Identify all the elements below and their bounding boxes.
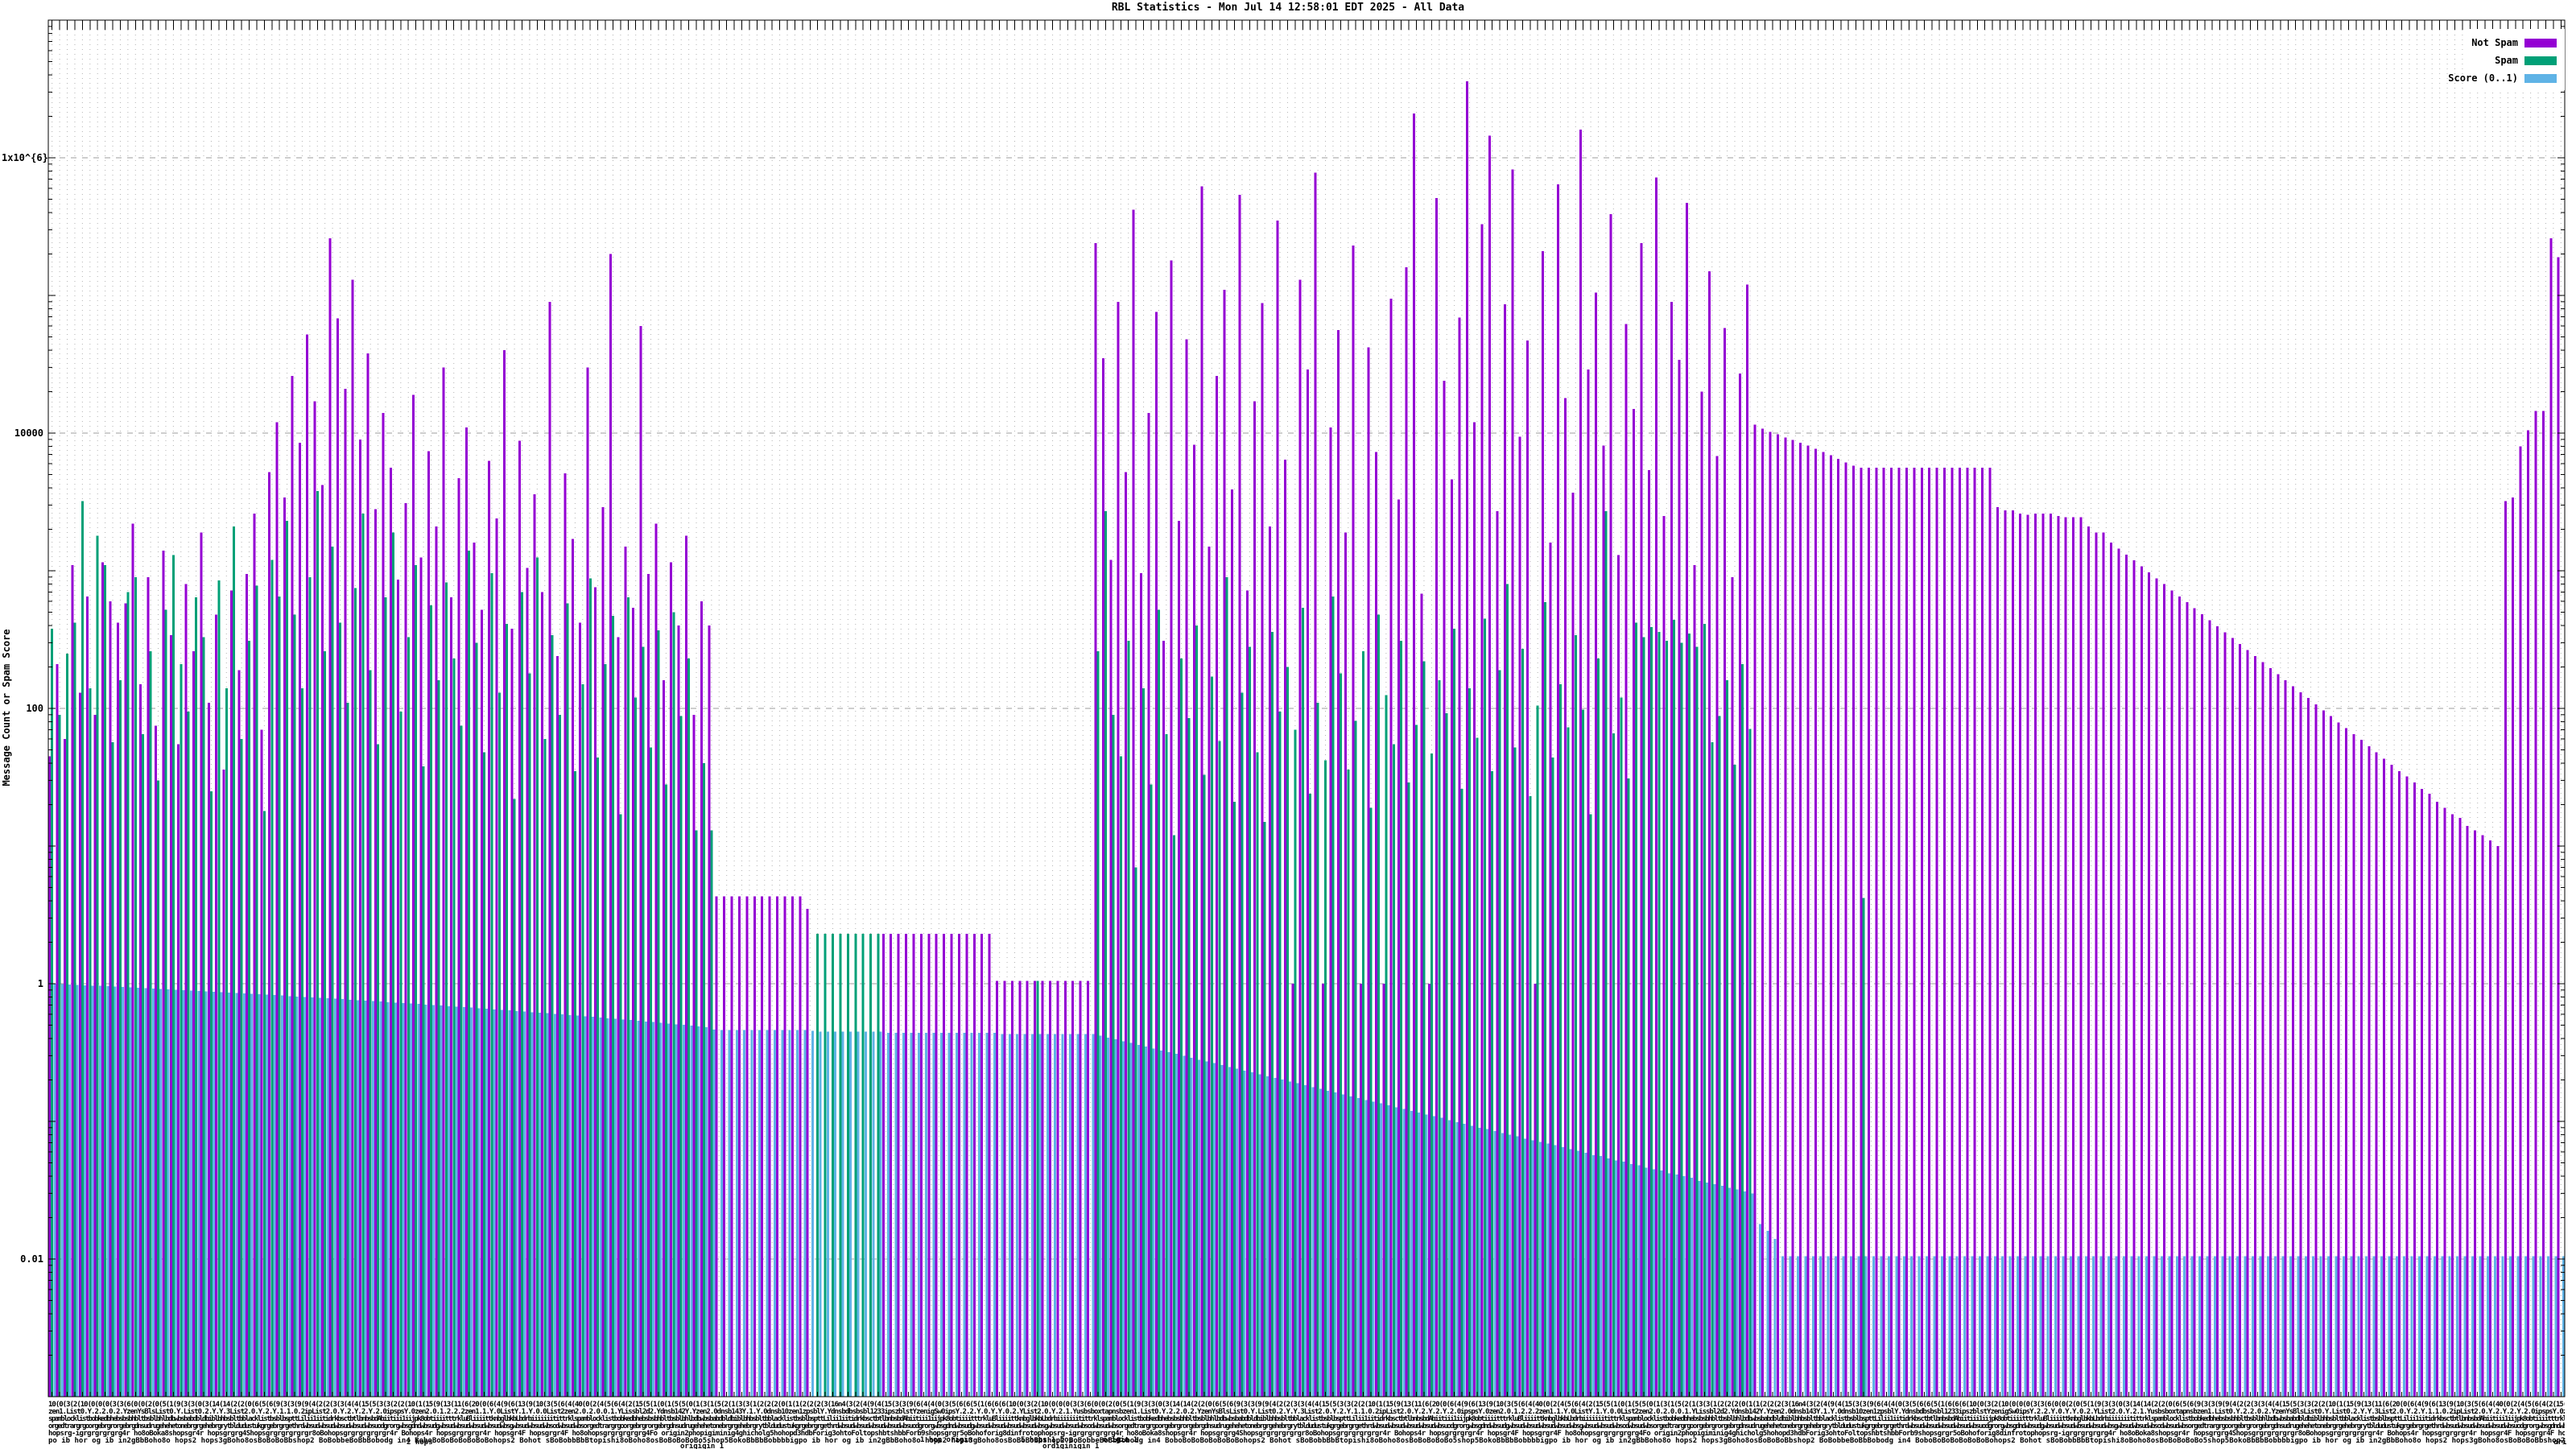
y-tick-label: 1 — [2, 978, 43, 989]
legend-item-score: Score (0..1) — [2448, 69, 2565, 87]
rbl-statistics-chart: RBL Statistics - Mon Jul 14 12:58:01 EDT… — [0, 0, 2576, 1449]
x-axis-callout: 2 hops — [407, 1439, 433, 1447]
bar-chart-canvas — [0, 0, 2576, 1449]
legend-item-spam: Spam — [2495, 52, 2565, 69]
legend-label: Score (0..1) — [2448, 72, 2518, 84]
x-axis-callout: 1 hop origin — [920, 1436, 972, 1444]
y-tick-label: 100 — [2, 703, 43, 714]
x-axis-callout: origigin 1 — [680, 1443, 724, 1449]
legend-label: Not Spam — [2471, 37, 2518, 48]
x-axis-callout: origin 1 — [1103, 1436, 1137, 1444]
legend-label: Spam — [2495, 55, 2518, 66]
x-axis-callout: ori — [2553, 1439, 2566, 1447]
chart-title: RBL Statistics - Mon Jul 14 12:58:01 EDT… — [0, 2, 2576, 14]
legend-swatch-spam — [2524, 56, 2557, 65]
x-axis-callout: ordiginigin 1 — [1042, 1443, 1099, 1449]
legend: Not SpamSpamScore (0..1) — [2467, 29, 2565, 90]
y-tick-label: 0.01 — [2, 1253, 43, 1265]
y-tick-label: 10000 — [2, 427, 43, 439]
y-tick-label: 1x10^{6} — [2, 152, 43, 163]
legend-swatch-score — [2524, 74, 2557, 83]
legend-item-not_spam: Not Spam — [2471, 34, 2565, 52]
legend-swatch-not_spam — [2524, 39, 2557, 47]
